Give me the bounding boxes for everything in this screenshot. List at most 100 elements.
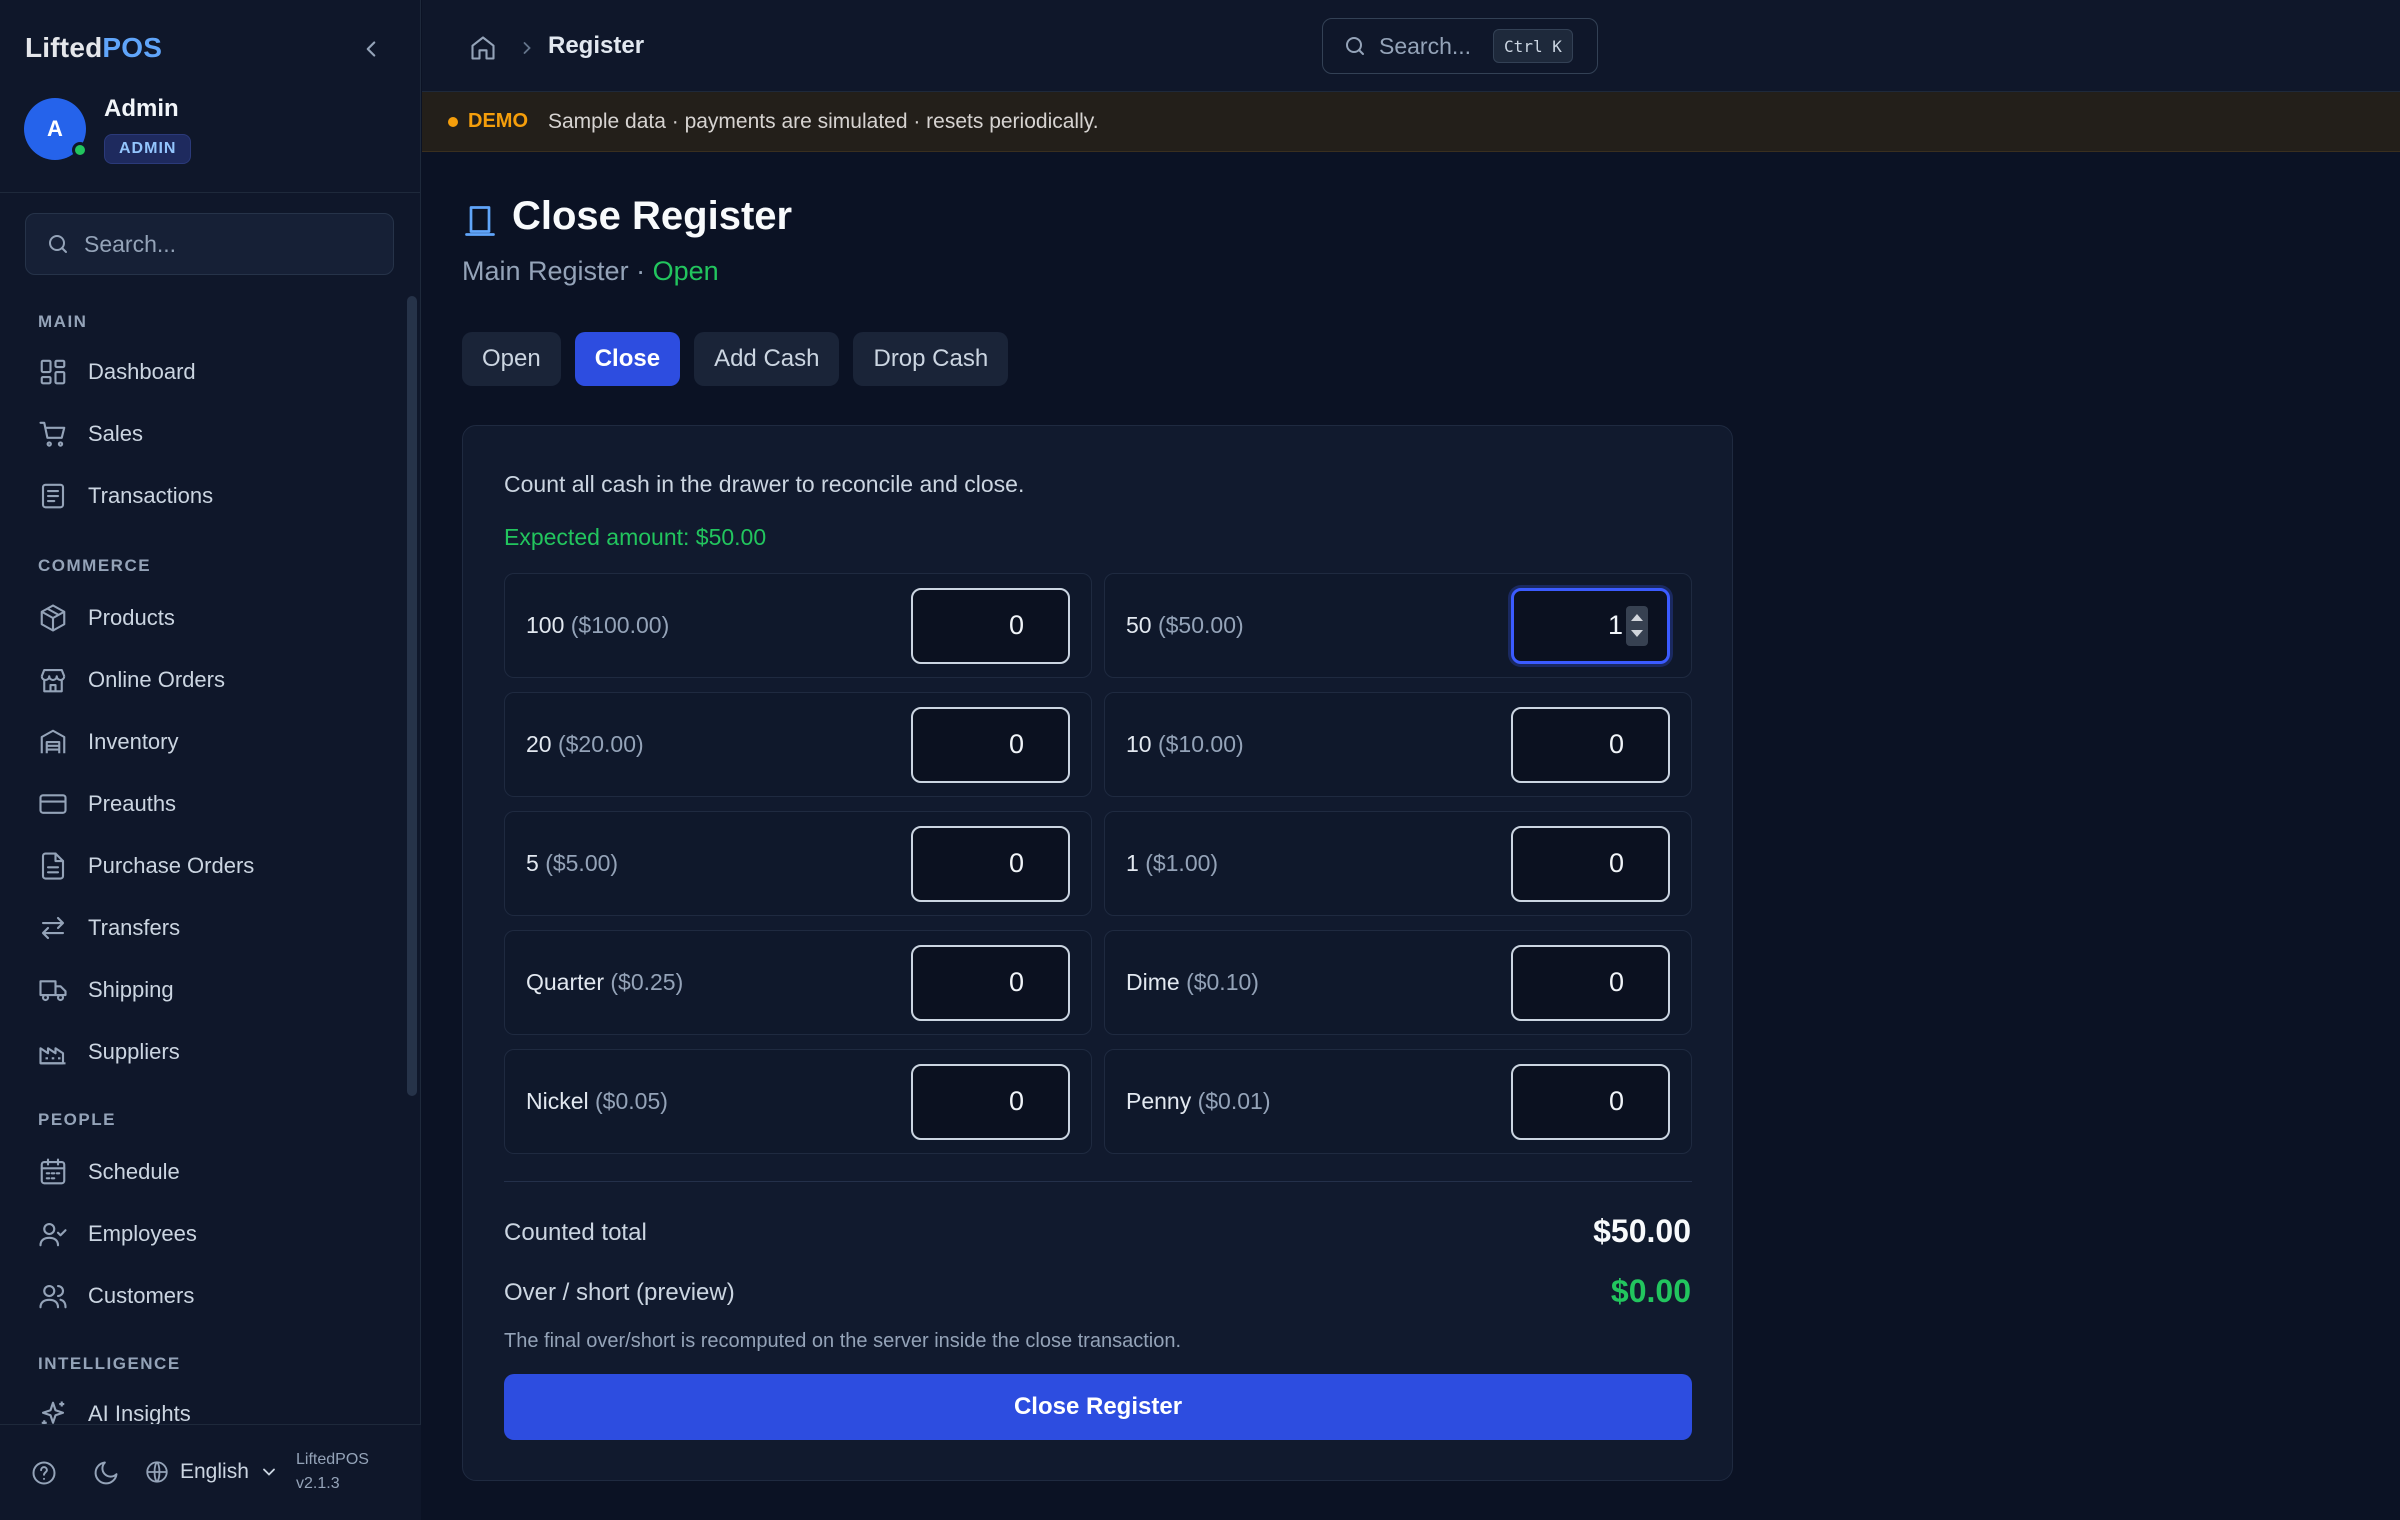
package-icon	[38, 603, 68, 633]
dashboard-icon	[38, 357, 68, 387]
denomination-value: ($0.01)	[1197, 1088, 1271, 1114]
quantity-wrapper	[1511, 706, 1670, 783]
register-tabs: Open Close Add Cash Drop Cash	[462, 332, 1009, 386]
sidebar-search	[25, 213, 394, 275]
denomination-row: 20 ($20.00)	[504, 692, 1092, 797]
moon-icon[interactable]	[92, 1459, 120, 1487]
stepper-down-icon[interactable]	[1631, 630, 1643, 637]
truck-icon	[38, 975, 68, 1005]
denomination-row: Quarter ($0.25)	[504, 930, 1092, 1035]
close-register-button[interactable]: Close Register	[504, 1374, 1692, 1440]
denomination-value: ($50.00)	[1157, 612, 1244, 638]
register-subtitle: Main Register · Open	[462, 256, 719, 287]
close-register-panel: Count all cash in the drawer to reconcil…	[462, 425, 1733, 1481]
demo-tag: DEMO	[468, 110, 528, 132]
denomination-count-input[interactable]	[911, 944, 1070, 1021]
sidebar-item-label: Dashboard	[88, 359, 196, 384]
factory-icon	[38, 1037, 68, 1067]
quantity-wrapper	[911, 706, 1070, 783]
users-icon	[38, 1281, 68, 1311]
sidebar-item-purchase-orders[interactable]: Purchase Orders	[20, 840, 390, 892]
cash-register-icon	[462, 203, 498, 239]
global-search-placeholder: Search...	[1379, 32, 1472, 59]
sidebar-item-sales[interactable]: Sales	[20, 408, 390, 460]
chevron-right-icon	[517, 38, 537, 58]
sidebar-item-label: Purchase Orders	[88, 853, 255, 878]
cart-icon	[38, 419, 68, 449]
denomination-row: 5 ($5.00)	[504, 811, 1092, 916]
demo-banner-text: Sample data · payments are simulated · r…	[548, 109, 1099, 133]
denomination-count-input[interactable]	[1511, 706, 1670, 783]
avatar[interactable]: A	[24, 98, 88, 160]
help-icon[interactable]	[30, 1459, 58, 1487]
quantity-wrapper	[1511, 587, 1670, 664]
denomination-count-input[interactable]	[911, 825, 1070, 902]
store-icon	[38, 665, 68, 695]
denomination-label: 100 ($100.00)	[526, 612, 669, 639]
over-short-note: The final over/short is recomputed on th…	[504, 1330, 1182, 1352]
sidebar-item-preauths[interactable]: Preauths	[20, 778, 390, 830]
sidebar-divider	[0, 192, 421, 193]
quantity-wrapper	[911, 944, 1070, 1021]
instruction-text: Count all cash in the drawer to reconcil…	[504, 471, 1025, 497]
denomination-value: ($20.00)	[557, 731, 644, 757]
denomination-count-input[interactable]	[911, 587, 1070, 664]
home-icon[interactable]	[469, 34, 497, 62]
sidebar-item-ai-insights[interactable]: AI Insights	[20, 1388, 390, 1426]
version-name: LiftedPOS	[296, 1451, 369, 1468]
chevron-left-icon[interactable]	[358, 36, 384, 62]
sidebar-item-shipping[interactable]: Shipping	[20, 964, 390, 1016]
denomination-count-input[interactable]	[1511, 944, 1670, 1021]
global-search-button[interactable]: Search... Ctrl K	[1322, 18, 1598, 74]
sidebar-item-transactions[interactable]: Transactions	[20, 470, 390, 522]
stepper-up-icon[interactable]	[1631, 614, 1643, 621]
section-label-intelligence: INTELLIGENCE	[38, 1354, 181, 1373]
denomination-count-input[interactable]	[911, 706, 1070, 783]
tab-drop-cash[interactable]: Drop Cash	[853, 332, 1009, 386]
tab-close[interactable]: Close	[574, 332, 681, 386]
app-logo[interactable]: LiftedPOS	[25, 32, 162, 64]
language-label: English	[180, 1460, 249, 1483]
denomination-row: Dime ($0.10)	[1104, 930, 1692, 1035]
tab-add-cash[interactable]: Add Cash	[694, 332, 840, 386]
denomination-count-input[interactable]	[911, 1063, 1070, 1140]
denomination-count-input[interactable]	[1511, 825, 1670, 902]
sidebar-item-transfers[interactable]: Transfers	[20, 902, 390, 954]
denomination-name: 100	[526, 612, 565, 638]
quantity-wrapper	[1511, 825, 1670, 902]
receipt-icon	[38, 481, 68, 511]
sidebar-item-products[interactable]: Products	[20, 592, 390, 644]
search-shortcut-hint: Ctrl K	[1493, 29, 1573, 63]
language-selector[interactable]: English	[144, 1459, 279, 1485]
sidebar-search-input[interactable]	[84, 230, 364, 258]
denomination-value: ($0.25)	[610, 969, 684, 995]
section-label-main: MAIN	[38, 312, 88, 331]
sidebar-item-dashboard[interactable]: Dashboard	[20, 346, 390, 398]
denomination-name: 10	[1126, 731, 1152, 757]
user-name: Admin	[104, 95, 179, 122]
sidebar-item-online-orders[interactable]: Online Orders	[20, 654, 390, 706]
denomination-value: ($0.10)	[1186, 969, 1259, 995]
denomination-name: 50	[1126, 612, 1152, 638]
demo-indicator-dot	[448, 116, 458, 127]
denomination-row: Nickel ($0.05)	[504, 1049, 1092, 1154]
tab-open[interactable]: Open	[462, 332, 561, 386]
quantity-wrapper	[911, 1063, 1070, 1140]
sidebar-item-schedule[interactable]: Schedule	[20, 1146, 390, 1198]
denomination-name: Dime	[1126, 969, 1180, 995]
sidebar-item-suppliers[interactable]: Suppliers	[20, 1026, 390, 1078]
sidebar-item-customers[interactable]: Customers	[20, 1270, 390, 1322]
denomination-row: 100 ($100.00)	[504, 573, 1092, 678]
sidebar-item-employees[interactable]: Employees	[20, 1208, 390, 1260]
denomination-count-input[interactable]	[1511, 1063, 1670, 1140]
sidebar-item-inventory[interactable]: Inventory	[20, 716, 390, 768]
denomination-label: Penny ($0.01)	[1126, 1088, 1270, 1115]
number-stepper[interactable]	[1626, 605, 1648, 646]
denomination-value: ($10.00)	[1157, 731, 1244, 757]
over-short-value: $0.00	[1610, 1273, 1691, 1309]
denomination-value: ($5.00)	[545, 850, 619, 876]
denomination-label: Quarter ($0.25)	[526, 969, 683, 996]
denomination-name: 1	[1126, 850, 1139, 876]
sidebar-scrollbar[interactable]	[407, 296, 417, 1096]
sidebar-nav[interactable]: MAIN Dashboard Sales Transactions COMMER…	[0, 296, 421, 1426]
